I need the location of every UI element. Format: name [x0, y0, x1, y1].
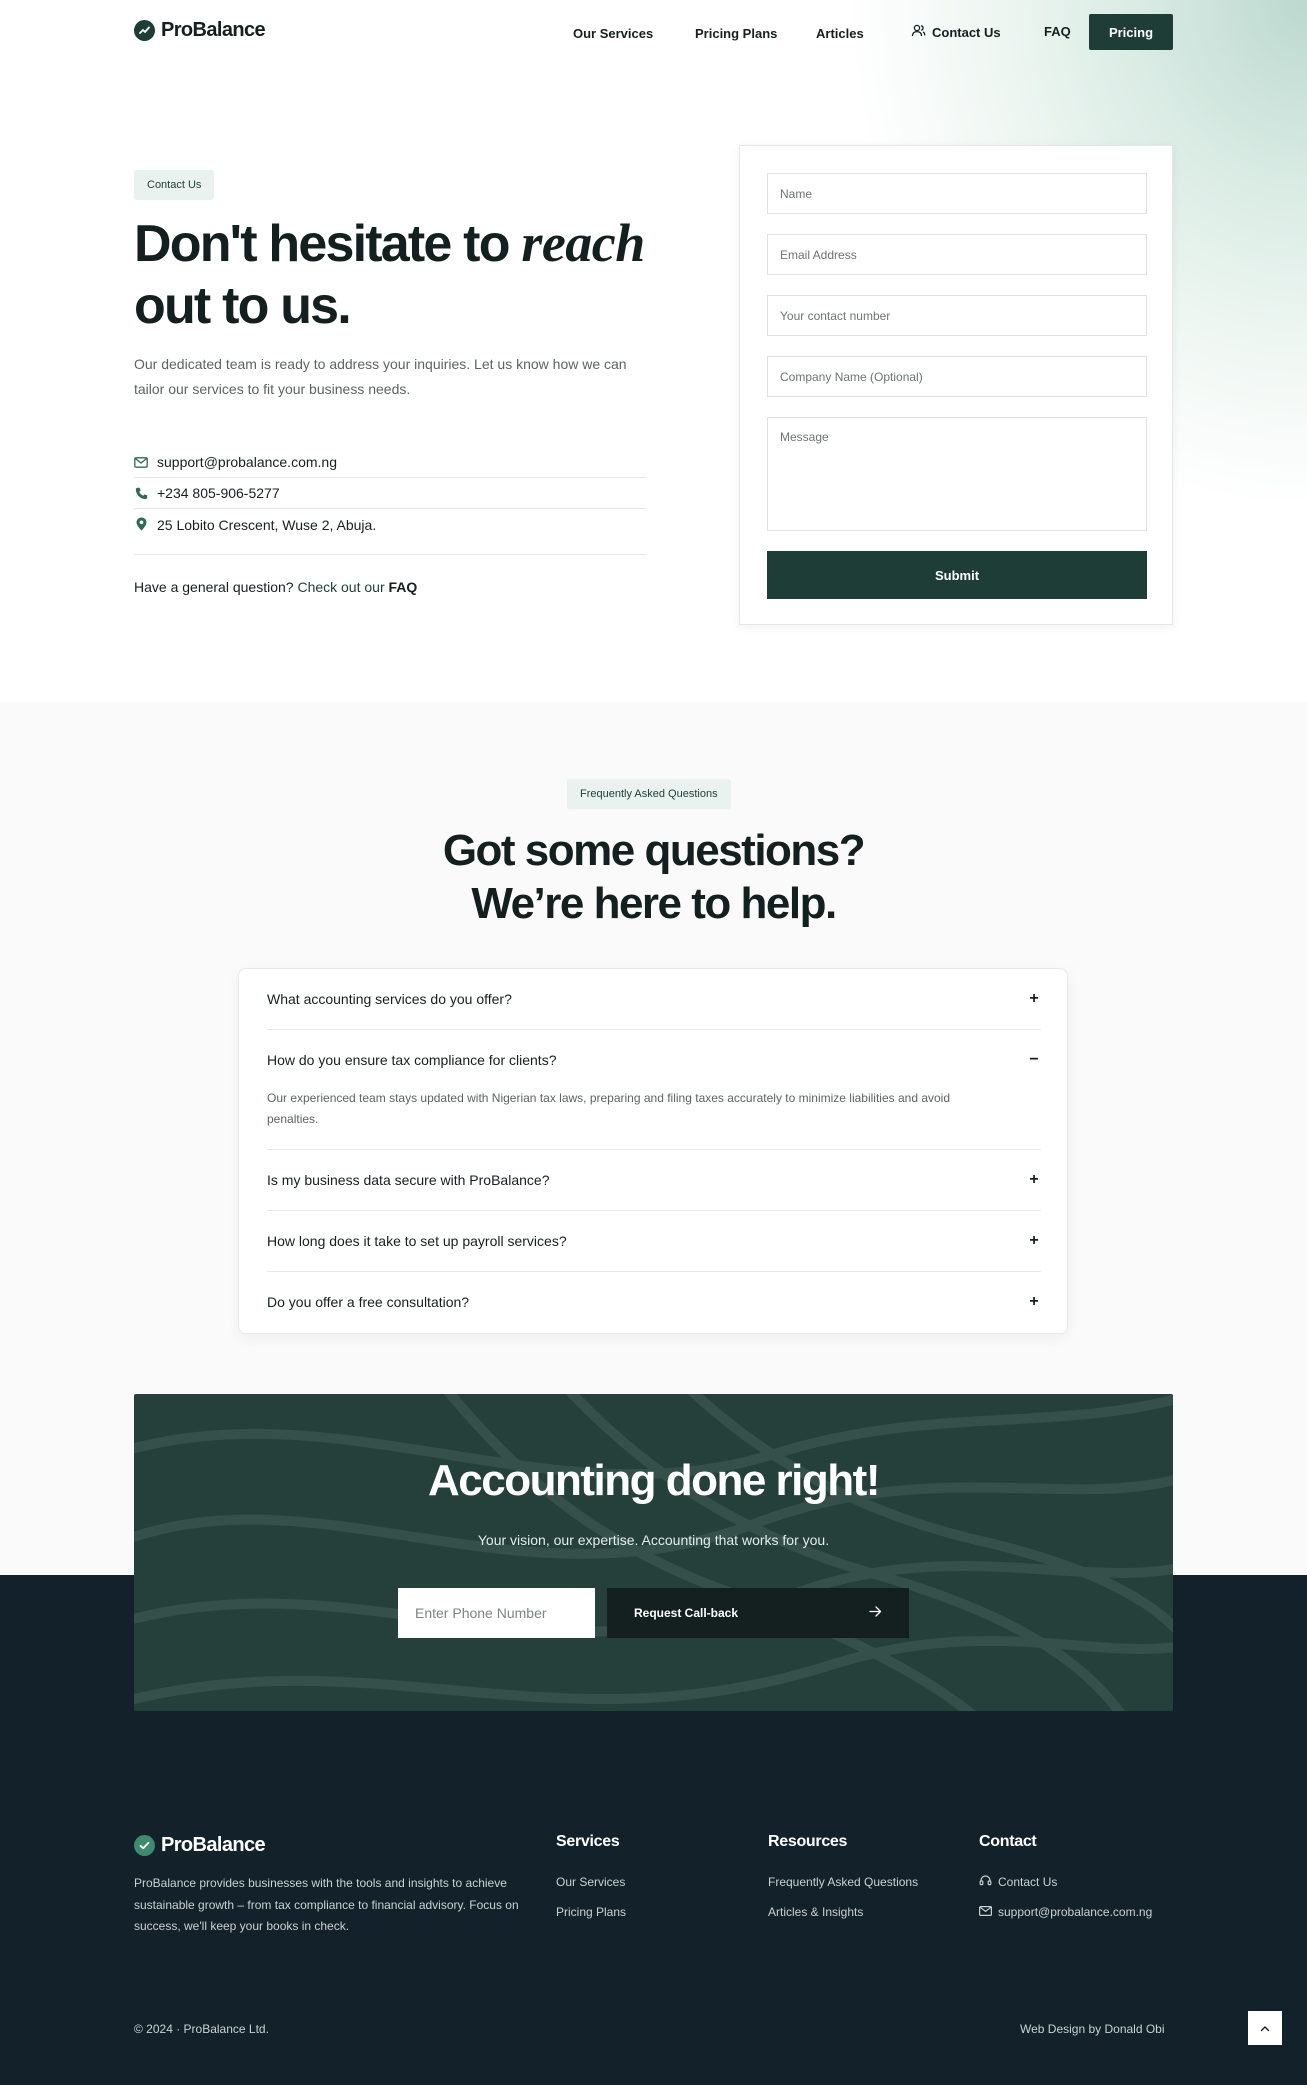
footer-link-contact-us[interactable]: Contact Us [979, 1867, 1152, 1897]
arrow-right-icon [869, 1606, 882, 1620]
contact-email-row[interactable]: support@probalance.com.ng [134, 447, 646, 478]
faq-inline-link[interactable]: FAQ [389, 579, 418, 595]
callback-phone-input[interactable] [398, 1588, 595, 1638]
footer-resources-heading: Resources [768, 1833, 848, 1850]
plus-icon[interactable]: + [1027, 1293, 1041, 1311]
contact-info-list: support@probalance.com.ng +234 805-906-5… [134, 447, 646, 555]
faq-item[interactable]: How do you ensure tax compliance for cli… [267, 1030, 1041, 1150]
contact-badge: Contact Us [134, 170, 215, 200]
footer-contact-heading: Contact [979, 1833, 1037, 1850]
minus-icon[interactable]: − [1027, 1051, 1041, 1069]
footer-services-column: Services Our Services Pricing Plans [556, 1833, 626, 1927]
copyright: © 2024 · ProBalance Ltd. [134, 2022, 269, 2036]
logo[interactable]: ProBalance [134, 19, 266, 42]
design-credit: Web Design by Donald Obi [1020, 2022, 1165, 2036]
footer-logo-text: ProBalance [161, 1834, 266, 1856]
faq-badge: Frequently Asked Questions [567, 779, 731, 809]
request-callback-button[interactable]: Request Call-back [607, 1588, 909, 1638]
faq-item[interactable]: Do you offer a free consultation? + [267, 1272, 1041, 1332]
cta-subtitle: Your vision, our expertise. Accounting t… [477, 1532, 830, 1548]
general-question: Have a general question? Check out our F… [134, 579, 417, 595]
faq-title-line2: We’re here to help. [471, 879, 837, 928]
hero-title-part2: out to us. [134, 277, 352, 335]
footer-link-pricing-plans[interactable]: Pricing Plans [556, 1897, 626, 1927]
faq-answer: Our experienced team stays updated with … [267, 1091, 951, 1126]
email-field[interactable] [767, 234, 1147, 275]
mail-icon [134, 455, 148, 469]
faq-item[interactable]: What accounting services do you offer? + [267, 969, 1041, 1030]
footer-resources-column: Resources Frequently Asked Questions Art… [768, 1833, 918, 1927]
nav-articles[interactable]: Articles [816, 26, 864, 41]
footer-contact-us-label: Contact Us [998, 1875, 1058, 1889]
footer-services-heading: Services [556, 1833, 620, 1850]
faq-question: What accounting services do you offer? [267, 991, 512, 1007]
plus-icon[interactable]: + [1027, 1171, 1041, 1189]
faq-item[interactable]: Is my business data secure with ProBalan… [267, 1150, 1041, 1211]
company-field[interactable] [767, 356, 1147, 397]
hero-title-part1: Don't hesitate to [134, 215, 522, 273]
general-question-link-text[interactable]: Check out our [297, 579, 388, 595]
footer-link-our-services[interactable]: Our Services [556, 1867, 626, 1897]
footer-link-email[interactable]: support@probalance.com.ng [979, 1897, 1152, 1927]
cta-title: Accounting done right! [428, 1456, 880, 1505]
nav-contact-us[interactable]: Contact Us [911, 23, 1001, 41]
hero-title: Don't hesitate to reach out to us. [134, 212, 694, 337]
faq-question: Do you offer a free consultation? [267, 1294, 470, 1310]
phone-field[interactable] [767, 295, 1147, 336]
user-group-icon [911, 23, 926, 41]
nav-our-services[interactable]: Our Services [573, 26, 653, 41]
cta-banner: Accounting done right! Your vision, our … [134, 1394, 1173, 1711]
logo-check-icon [134, 1835, 155, 1856]
faq-title-line1: Got some questions? [442, 826, 866, 875]
faq-link[interactable]: FAQ [1044, 24, 1071, 39]
name-field[interactable] [767, 173, 1147, 214]
plus-icon[interactable]: + [1027, 990, 1041, 1008]
pricing-button[interactable]: Pricing [1089, 14, 1173, 50]
message-field[interactable] [767, 417, 1147, 531]
footer-description: ProBalance provides businesses with the … [134, 1876, 519, 1933]
phone-icon [134, 486, 148, 500]
footer-link-faq[interactable]: Frequently Asked Questions [768, 1867, 918, 1897]
site-header: ProBalance Our Services Pricing Plans Ar… [134, 14, 1173, 50]
footer-logo[interactable]: ProBalance [134, 1834, 266, 1857]
cta-wave-pattern [134, 1394, 1173, 1711]
faq-question: How do you ensure tax compliance for cli… [267, 1052, 557, 1068]
hero-description: Our dedicated team is ready to address y… [134, 356, 627, 397]
contact-address: 25 Lobito Crescent, Wuse 2, Abuja. [157, 517, 377, 533]
back-to-top-button[interactable] [1248, 2011, 1282, 2045]
contact-form: Submit [739, 145, 1173, 625]
general-question-text: Have a general question? [134, 579, 298, 595]
contact-email: support@probalance.com.ng [157, 454, 337, 470]
contact-phone: +234 805-906-5277 [157, 485, 280, 501]
request-callback-label: Request Call-back [634, 1606, 739, 1620]
nav-pricing-plans[interactable]: Pricing Plans [695, 26, 777, 41]
faq-question: How long does it take to set up payroll … [267, 1233, 567, 1249]
hero-title-emphasis: reach [521, 213, 645, 273]
headset-icon [979, 1874, 992, 1890]
contact-address-row: 25 Lobito Crescent, Wuse 2, Abuja. [134, 509, 646, 555]
faq-accordion: What accounting services do you offer? + … [238, 968, 1068, 1334]
footer-email-label: support@probalance.com.ng [998, 1905, 1153, 1919]
mail-icon [979, 1905, 993, 1919]
plus-icon[interactable]: + [1027, 1232, 1041, 1250]
contact-phone-row[interactable]: +234 805-906-5277 [134, 478, 646, 509]
faq-question: Is my business data secure with ProBalan… [267, 1172, 550, 1188]
location-pin-icon [134, 517, 148, 531]
logo-text: ProBalance [161, 19, 266, 41]
faq-item[interactable]: How long does it take to set up payroll … [267, 1211, 1041, 1272]
nav-contact-label: Contact Us [932, 24, 1001, 40]
logo-check-icon [134, 20, 155, 41]
footer-contact-column: Contact Contact Us support@probalance.co… [979, 1833, 1152, 1927]
faq-title: Got some questions? We’re here to help. [0, 824, 1307, 930]
footer-link-articles[interactable]: Articles & Insights [768, 1897, 918, 1927]
submit-button[interactable]: Submit [767, 551, 1147, 599]
chevron-up-icon [1260, 2021, 1270, 2035]
